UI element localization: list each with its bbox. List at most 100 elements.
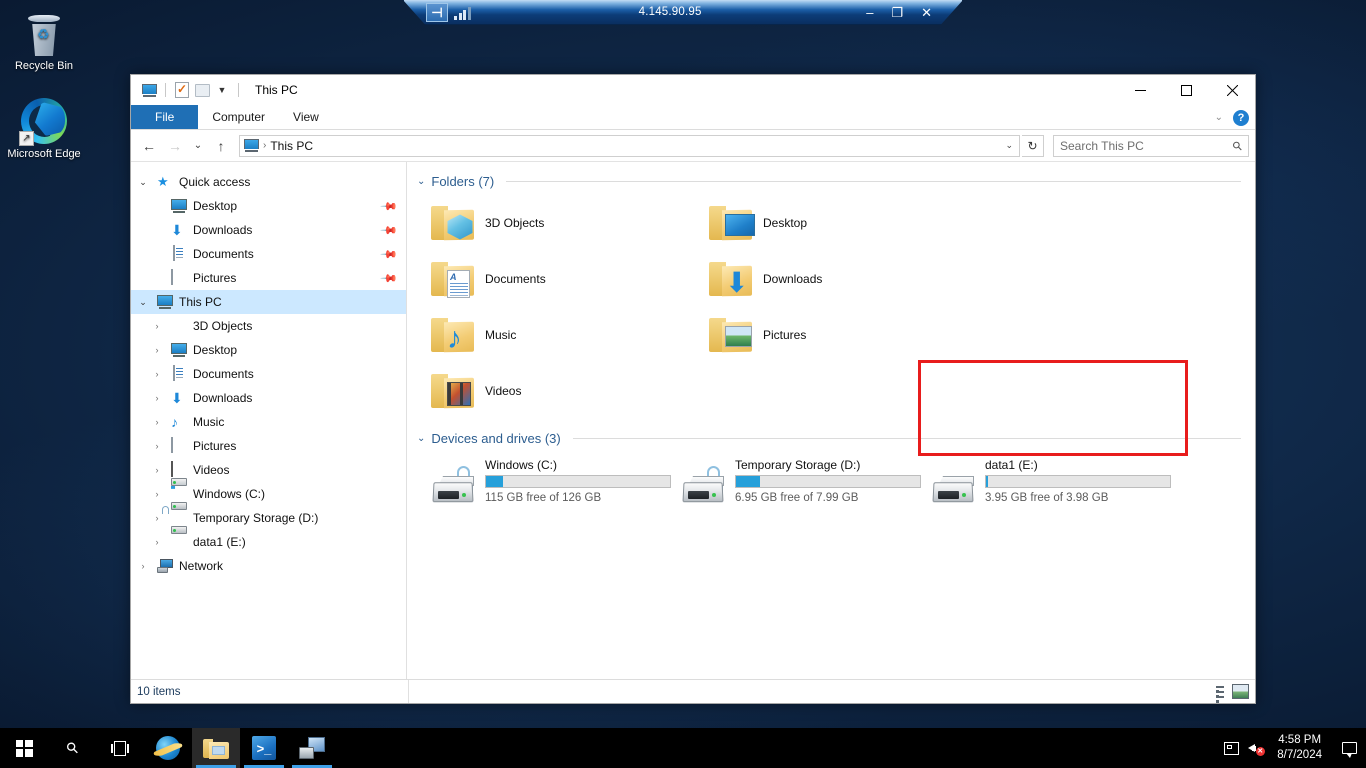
search-input[interactable]: Search This PC ⚲: [1053, 134, 1249, 157]
group-divider: [572, 438, 1241, 439]
sidebar-item-data1-e[interactable]: › data1 (E:): [131, 526, 406, 554]
group-header-folders[interactable]: ⌄ Folders (7): [417, 174, 1241, 189]
chevron-down-icon[interactable]: ⌄: [417, 433, 425, 444]
chevron-right-icon[interactable]: ›: [149, 465, 165, 475]
refresh-icon[interactable]: ↻: [1022, 134, 1044, 157]
properties-icon[interactable]: [172, 80, 192, 100]
folder-item-documents[interactable]: Documents: [417, 251, 695, 307]
desktop-icon-recycle-bin[interactable]: ♻ Recycle Bin: [6, 8, 82, 73]
minimize-icon[interactable]: [1117, 75, 1163, 105]
breadcrumb[interactable]: This PC: [270, 139, 313, 153]
rdp-close-button[interactable]: ✕: [921, 6, 932, 19]
chevron-down-icon[interactable]: ⌄: [1005, 140, 1015, 151]
up-arrow-icon[interactable]: ↑: [209, 134, 233, 158]
folder-label: Documents: [485, 272, 546, 286]
network-tray-icon[interactable]: [1219, 741, 1243, 755]
drive-label: Temporary Storage (D:): [735, 458, 861, 472]
taskbar: ⚲ >_ ✕ 4:58 PM 8/7/2024: [0, 728, 1366, 768]
forward-arrow-icon[interactable]: →: [163, 134, 187, 158]
task-view-button[interactable]: [96, 728, 144, 768]
ribbon-collapse-icon[interactable]: ⌄: [1215, 112, 1223, 123]
this-pc-icon[interactable]: [139, 80, 159, 100]
sidebar-item-this-pc[interactable]: ⌄ This PC: [131, 290, 406, 314]
drive-item-data1-e[interactable]: data1 (E:) 3.95 GB free of 3.98 GB: [917, 452, 1171, 516]
help-icon[interactable]: ?: [1233, 109, 1249, 126]
pictures-icon: [171, 437, 187, 454]
rdp-restore-button[interactable]: ❐: [891, 6, 903, 19]
taskbar-app-remote-desktop[interactable]: [288, 728, 336, 768]
chevron-right-icon[interactable]: ›: [149, 345, 165, 355]
pin-icon[interactable]: 📌: [380, 221, 399, 239]
sidebar-item-label: Pictures: [193, 271, 237, 285]
desktop-icon-microsoft-edge[interactable]: ↗ Microsoft Edge: [6, 96, 82, 161]
tab-file[interactable]: File: [131, 105, 199, 129]
action-center-button[interactable]: [1332, 742, 1366, 758]
sidebar-item-documents[interactable]: Documents 📌: [131, 242, 406, 266]
taskbar-app-file-explorer[interactable]: [192, 728, 240, 768]
chevron-right-icon[interactable]: ›: [135, 561, 151, 571]
sidebar-item-documents-pc[interactable]: › Documents: [131, 362, 406, 386]
chevron-down-icon[interactable]: ⌄: [417, 176, 425, 187]
sidebar-item-downloads-pc[interactable]: › ⬇ Downloads: [131, 386, 406, 410]
clock[interactable]: 4:58 PM 8/7/2024: [1267, 733, 1332, 763]
taskbar-app-internet-explorer[interactable]: [144, 728, 192, 768]
folder-item-videos[interactable]: Videos: [417, 363, 695, 419]
sidebar-item-label: Desktop: [193, 343, 238, 357]
group-header-devices-and-drives[interactable]: ⌄ Devices and drives (3): [417, 431, 1241, 446]
sidebar-item-3d-objects[interactable]: › 3D Objects: [131, 314, 406, 338]
pin-icon[interactable]: 📌: [380, 245, 399, 263]
sidebar-item-network[interactable]: › Network: [131, 554, 406, 578]
large-icons-view-button[interactable]: [1232, 684, 1249, 699]
chevron-right-icon[interactable]: ›: [149, 489, 165, 499]
sidebar-item-pictures[interactable]: Pictures 📌: [131, 266, 406, 290]
chevron-right-icon[interactable]: ›: [149, 513, 165, 523]
chevron-right-icon[interactable]: ›: [149, 393, 165, 403]
taskbar-app-windows-powershell[interactable]: >_: [240, 728, 288, 768]
details-view-button[interactable]: [1209, 684, 1226, 699]
tab-view[interactable]: View: [279, 105, 333, 129]
drive-icon: [931, 466, 977, 504]
sidebar-item-downloads[interactable]: ⬇ Downloads 📌: [131, 218, 406, 242]
pin-icon[interactable]: ⊣: [426, 2, 448, 22]
recent-locations-icon[interactable]: ⌄: [189, 134, 207, 158]
drive-free-space-label: 6.95 GB free of 7.99 GB: [735, 492, 859, 504]
new-folder-icon[interactable]: [192, 80, 212, 100]
back-arrow-icon[interactable]: ←: [137, 134, 161, 158]
desktop-background[interactable]: ♻ Recycle Bin ↗ Microsoft Edge ⊣ 4.145.9…: [0, 0, 1366, 768]
folder-item-3d-objects[interactable]: 3D Objects: [417, 195, 695, 251]
volume-muted-icon[interactable]: ✕: [1243, 742, 1267, 756]
chevron-right-icon[interactable]: ›: [149, 321, 165, 331]
folder-item-pictures[interactable]: Pictures: [695, 307, 973, 363]
close-icon[interactable]: [1209, 75, 1255, 105]
folder-item-downloads[interactable]: ⬇ Downloads: [695, 251, 973, 307]
rdp-minimize-button[interactable]: –: [866, 6, 873, 19]
drive-item-windows-c[interactable]: Windows (C:) 115 GB free of 126 GB: [417, 452, 671, 516]
chevron-right-icon[interactable]: ›: [149, 441, 165, 451]
customize-caret-icon[interactable]: ▼: [212, 80, 232, 100]
documents-icon: [171, 365, 187, 382]
pin-icon[interactable]: 📌: [380, 269, 399, 287]
chevron-down-icon[interactable]: ⌄: [135, 297, 151, 308]
signal-strength-icon: [454, 4, 474, 20]
search-icon[interactable]: ⚲: [1230, 137, 1246, 153]
pin-icon[interactable]: 📌: [380, 197, 399, 215]
drive-item-temporary-storage-d[interactable]: Temporary Storage (D:) 6.95 GB free of 7…: [667, 452, 921, 516]
chevron-right-icon[interactable]: ›: [149, 369, 165, 379]
folder-item-desktop[interactable]: Desktop: [695, 195, 973, 251]
chevron-right-icon[interactable]: ›: [149, 537, 165, 547]
tab-computer[interactable]: Computer: [198, 105, 279, 129]
sidebar-item-pictures-pc[interactable]: › Pictures: [131, 434, 406, 458]
sidebar-item-quick-access[interactable]: ⌄ ★ Quick access: [131, 170, 406, 194]
sidebar-item-desktop-pc[interactable]: › Desktop: [131, 338, 406, 362]
start-button[interactable]: [0, 728, 48, 768]
navigation-pane[interactable]: ⌄ ★ Quick access Desktop 📌 ⬇ Downloads 📌: [131, 162, 407, 679]
taskbar-search-button[interactable]: ⚲: [48, 728, 96, 768]
maximize-icon[interactable]: [1163, 75, 1209, 105]
content-pane[interactable]: ⌄ Folders (7) 3D Objects Desktop A Docum…: [407, 162, 1255, 679]
sidebar-item-music[interactable]: › ♪ Music: [131, 410, 406, 434]
address-bar[interactable]: › This PC ⌄: [239, 134, 1020, 157]
sidebar-item-desktop[interactable]: Desktop 📌: [131, 194, 406, 218]
chevron-right-icon[interactable]: ›: [149, 417, 165, 427]
chevron-down-icon[interactable]: ⌄: [135, 177, 151, 188]
folder-item-music[interactable]: ♪ Music: [417, 307, 695, 363]
